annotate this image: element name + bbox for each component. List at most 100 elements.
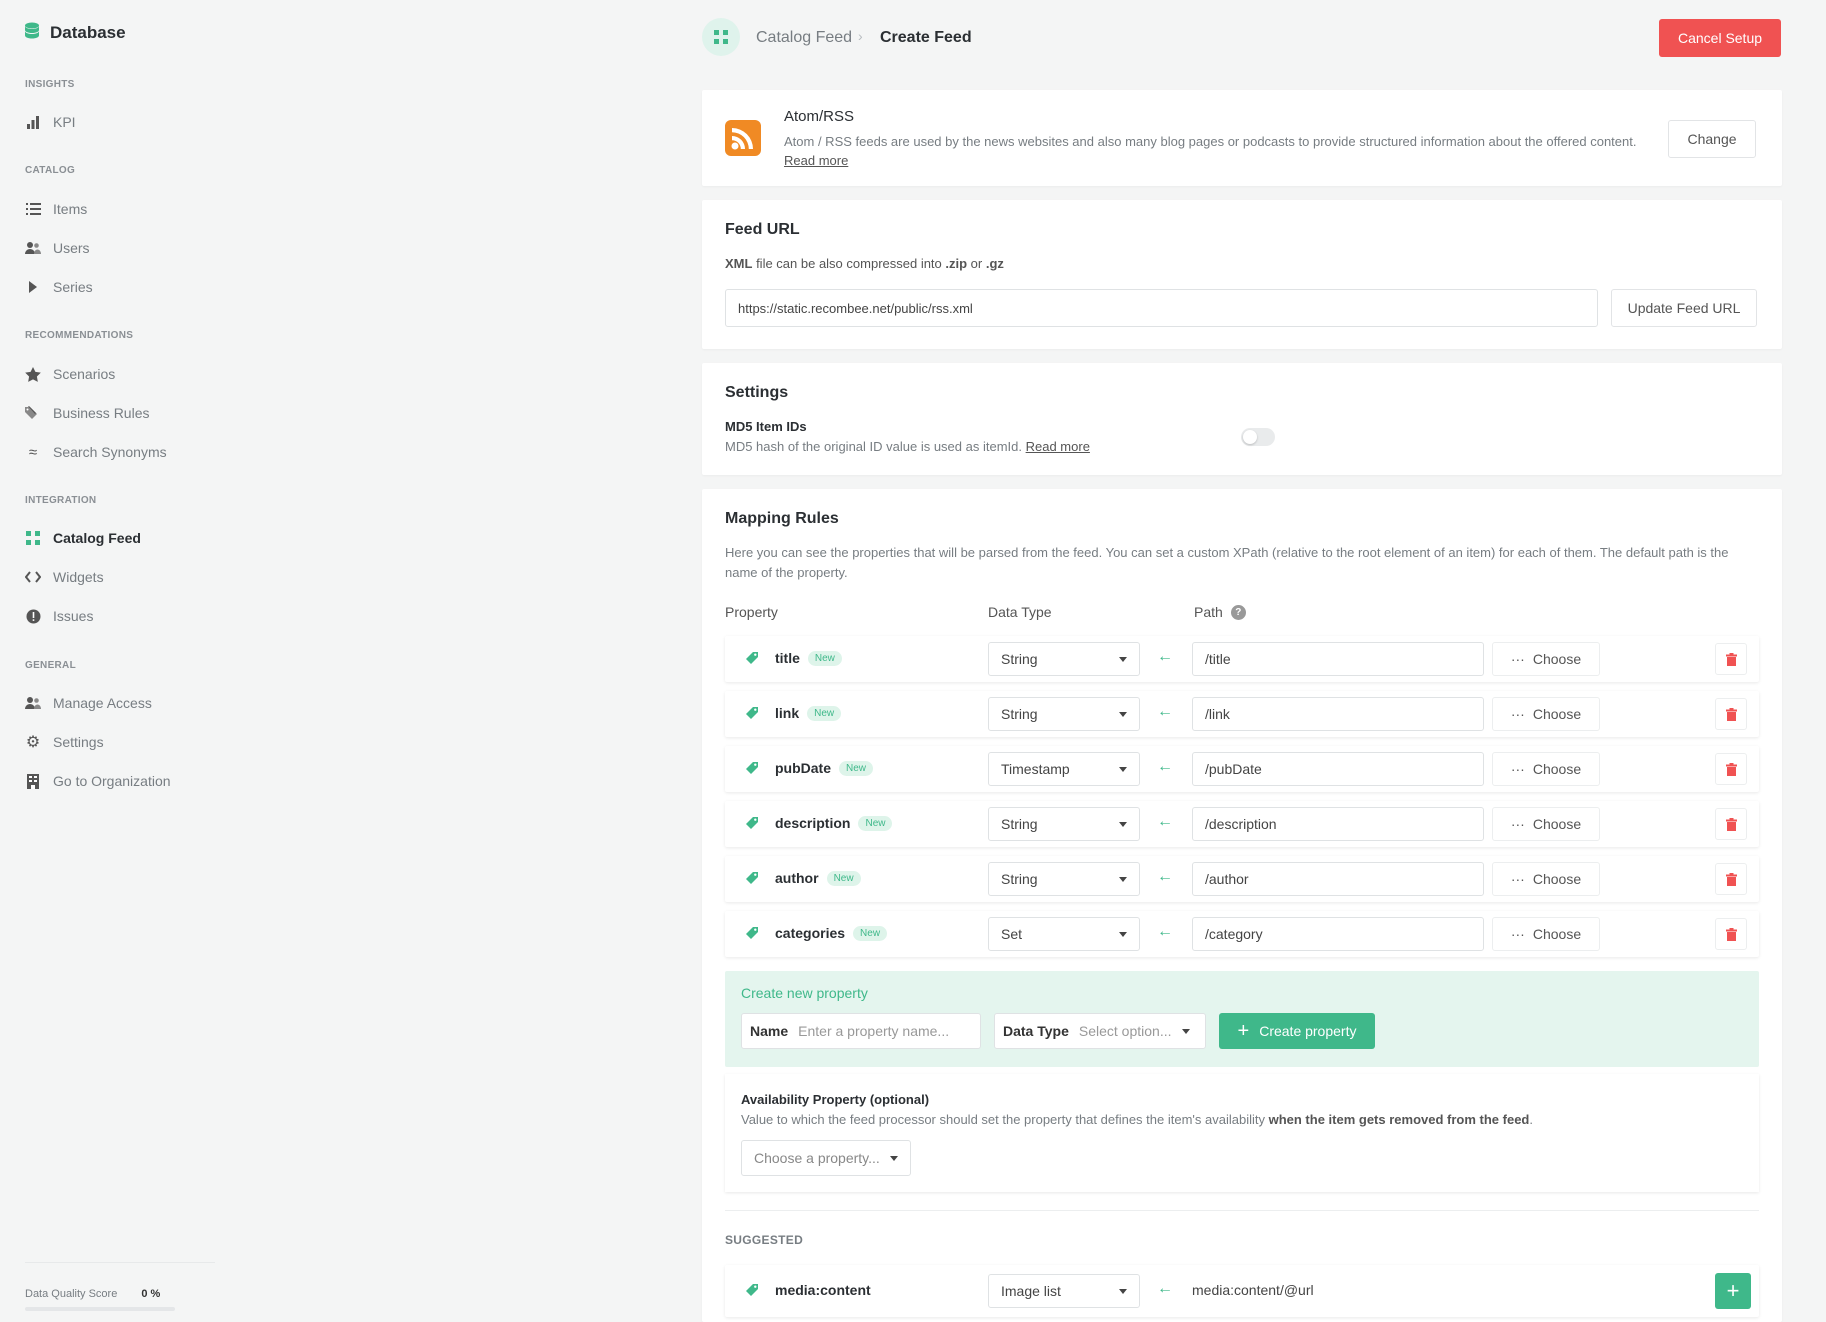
delete-button[interactable] [1715,918,1747,950]
sidebar-item-settings[interactable]: ⚙ Settings [25,731,104,753]
mapping-row: description New String ← /description ···… [725,801,1759,847]
select-placeholder: Choose a property... [754,1150,880,1166]
create-property-label: Create property [1259,1023,1357,1039]
feed-type-title: Atom/RSS [784,108,855,125]
sidebar-item-label: Series [53,279,93,295]
desc-bold: when the item gets removed from the feed [1268,1112,1530,1127]
sidebar-item-users[interactable]: Users [25,237,90,259]
choose-button[interactable]: ··· Choose [1492,697,1600,731]
data-quality-label: Data Quality Score [25,1288,118,1300]
read-more-link[interactable]: Read more [784,153,848,168]
path-input[interactable]: /description [1192,807,1484,841]
path-input[interactable]: /author [1192,862,1484,896]
data-type-select[interactable]: Data Type Select option... [994,1013,1206,1049]
change-button[interactable]: Change [1668,120,1756,158]
arrow-left-icon: ← [1157,648,1173,665]
brand[interactable]: Database [24,22,126,43]
path-input[interactable]: /category [1192,917,1484,951]
create-property-title: Create new property [741,985,868,1001]
update-feed-url-button[interactable]: Update Feed URL [1611,289,1757,327]
sidebar-item-series[interactable]: Series [25,276,93,298]
help-icon[interactable]: ? [1230,604,1246,620]
feed-type-card: Atom/RSS Atom / RSS feeds are used by th… [702,90,1782,186]
brand-name: Database [50,22,126,42]
choose-button[interactable]: ··· Choose [1492,917,1600,951]
sidebar-item-label: Go to Organization [53,773,171,789]
availability-property-select[interactable]: Choose a property... [741,1140,911,1176]
sidebar-item-business-rules[interactable]: Business Rules [25,402,150,424]
sidebar-item-label: Settings [53,734,104,750]
data-type-select[interactable]: Image list [988,1274,1140,1308]
trash-icon [1725,652,1737,666]
sidebar-item-manage-access[interactable]: Manage Access [25,692,152,714]
data-type-select[interactable]: String [988,697,1140,731]
choose-button[interactable]: ··· Choose [1492,752,1600,786]
choose-button[interactable]: ··· Choose [1492,862,1600,896]
sidebar-item-go-to-organization[interactable]: Go to Organization [25,770,171,792]
create-property-panel: Create new property Name Enter a propert… [725,971,1759,1067]
sidebar-item-search-synonyms[interactable]: ≈ Search Synonyms [25,441,167,463]
sidebar-item-items[interactable]: Items [25,198,87,220]
path-input[interactable]: /link [1192,697,1484,731]
md5-desc-text: MD5 hash of the original ID value is use… [725,439,1022,454]
sidebar-item-kpi[interactable]: KPI [25,111,76,133]
md5-toggle[interactable] [1241,428,1275,446]
choose-button[interactable]: ··· Choose [1492,642,1600,676]
caret-down-icon [1119,876,1127,882]
sidebar-item-widgets[interactable]: Widgets [25,566,104,588]
mapping-row: categories New Set ← /category ··· Choose [725,911,1759,957]
sidebar-item-label: Issues [53,608,94,624]
settings-card: Settings MD5 Item IDs MD5 hash of the or… [702,363,1782,475]
section-title-insights: INSIGHTS [25,79,75,90]
delete-button[interactable] [1715,698,1747,730]
add-suggested-button[interactable]: + [1715,1273,1751,1309]
path-input[interactable]: /title [1192,642,1484,676]
sidebar-item-catalog-feed[interactable]: Catalog Feed [25,527,141,549]
mapping-rules-card: Mapping Rules Here you can see the prope… [702,489,1782,1322]
name-label: Name [750,1023,789,1039]
delete-button[interactable] [1715,753,1747,785]
star-icon [25,366,41,382]
sidebar-item-issues[interactable]: Issues [25,605,93,627]
delete-button[interactable] [1715,643,1747,675]
property-name: pubDate New [775,760,874,776]
new-badge: New [826,870,861,886]
data-quality-bar [25,1307,175,1311]
mapping-row: title New String ← /title ··· Choose [725,636,1759,682]
read-more-link[interactable]: Read more [1026,439,1090,454]
choose-button[interactable]: ··· Choose [1492,807,1600,841]
desc-text: Value to which the feed processor should… [741,1112,1269,1127]
feed-url-input[interactable]: https://static.recombee.net/public/rss.x… [725,289,1598,327]
property-name: categories New [775,925,888,941]
hint-xml: XML [725,256,753,271]
delete-button[interactable] [1715,863,1747,895]
ellipsis-icon: ··· [1510,926,1525,942]
column-header-property: Property [725,604,778,620]
feed-url-card: Feed URL XML file can be also compressed… [702,200,1782,349]
suggested-row: media:content Image list ← media:content… [725,1265,1759,1317]
list-icon [25,201,41,217]
path-input[interactable]: /pubDate [1192,752,1484,786]
data-type-select[interactable]: String [988,642,1140,676]
data-type-select[interactable]: String [988,807,1140,841]
data-type-select[interactable]: String [988,862,1140,896]
caret-down-icon [1119,931,1127,937]
cancel-setup-button[interactable]: Cancel Setup [1659,19,1781,57]
suggested-title: SUGGESTED [725,1233,804,1247]
users-icon [25,695,41,711]
create-property-button[interactable]: + Create property [1219,1013,1375,1049]
mapping-rules-title: Mapping Rules [725,510,839,527]
data-type-select[interactable]: Timestamp [988,752,1140,786]
property-name-input[interactable]: Name Enter a property name... [741,1013,981,1049]
caret-down-icon [1119,711,1127,717]
select-value: Set [1001,926,1023,942]
data-quality-score: Data Quality Score 0 % [25,1288,160,1300]
column-header-data-type: Data Type [988,604,1052,620]
ellipsis-icon: ··· [1510,871,1525,887]
breadcrumb-parent[interactable]: Catalog Feed [756,29,852,47]
ellipsis-icon: ··· [1510,651,1525,667]
delete-button[interactable] [1715,808,1747,840]
sidebar-item-scenarios[interactable]: Scenarios [25,363,115,385]
availability-title: Availability Property (optional) [741,1092,930,1107]
data-type-select[interactable]: Set [988,917,1140,951]
